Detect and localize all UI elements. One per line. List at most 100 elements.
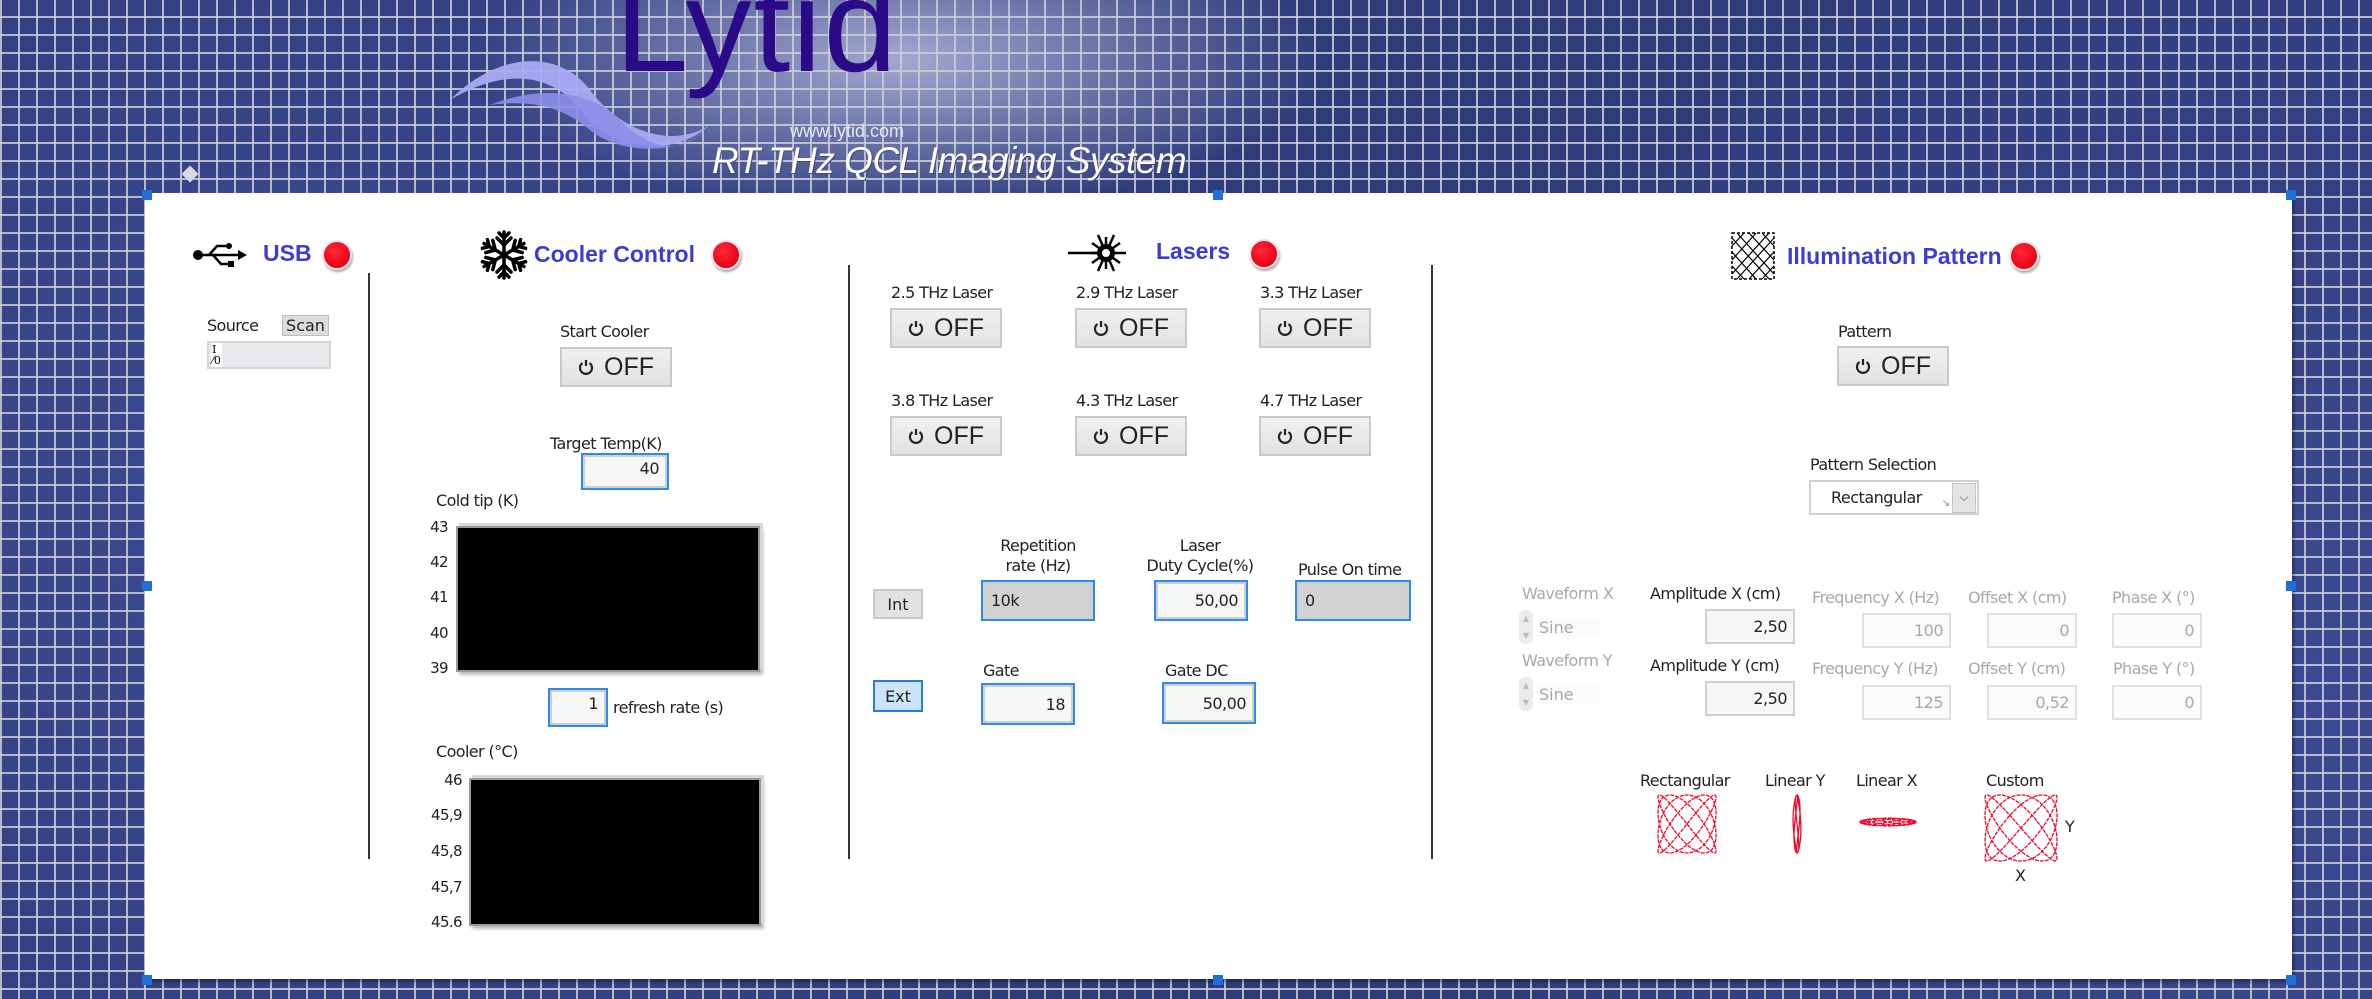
amplitude-y-label: Amplitude Y (cm) — [1650, 656, 1780, 675]
resize-handle-tl[interactable] — [142, 190, 152, 200]
pattern-toggle-button[interactable]: OFF — [1837, 346, 1949, 386]
offset-x-label: Offset X (cm) — [1968, 588, 2067, 607]
source-input[interactable]: I ⁄0 — [207, 341, 331, 369]
pulse-on-time-field[interactable]: 0 — [1295, 580, 1411, 621]
laser-state: OFF — [1119, 313, 1169, 342]
laser-state: OFF — [1303, 421, 1353, 450]
duty-cycle-label-line2: Duty Cycle(%) — [1146, 556, 1255, 575]
pattern-icon — [1731, 232, 1775, 280]
pattern-trace — [1657, 794, 1717, 854]
scan-button[interactable]: Scan — [282, 315, 329, 336]
illumination-title: Illumination Pattern — [1787, 243, 2002, 269]
chevron-down-icon[interactable]: ⌵ — [1952, 482, 1976, 513]
preset-label: Linear X — [1856, 771, 1918, 790]
int-button[interactable]: Int — [873, 589, 923, 619]
spinner-arrows-icon[interactable]: ▲ ▼ — [1519, 610, 1533, 644]
waveform-y-spinner[interactable]: ▲ ▼ Sine — [1519, 677, 1599, 711]
lasers-status-led — [1249, 239, 1279, 269]
resize-handle-tc[interactable] — [1213, 190, 1223, 200]
pattern-label: Pattern — [1838, 322, 1892, 341]
pattern-selection-value: Rectangular — [1831, 488, 1922, 507]
logo-wordmark: Lytid — [615, 0, 899, 99]
start-cooler-button[interactable]: OFF — [560, 347, 672, 387]
phase-y-input[interactable]: 0 — [2112, 685, 2202, 720]
divider-3 — [1431, 265, 1433, 859]
target-temp-input[interactable]: 40 — [581, 453, 669, 490]
laser-icon — [1068, 234, 1126, 272]
resize-handle-tr[interactable] — [2286, 190, 2296, 200]
spinner-arrows-icon[interactable]: ▲ ▼ — [1519, 677, 1533, 711]
laser-state: OFF — [1303, 313, 1353, 342]
io-resource-icon: I ⁄0 — [211, 343, 222, 367]
amplitude-x-input[interactable]: 2,50 — [1705, 609, 1795, 644]
resize-handle-br[interactable] — [2286, 975, 2296, 985]
power-icon — [1277, 429, 1293, 444]
cooler-tick: 45.6 — [431, 913, 463, 931]
illumination-status-led — [2009, 241, 2039, 271]
resize-handle-mr[interactable] — [2286, 581, 2296, 591]
phase-x-input[interactable]: 0 — [2112, 613, 2202, 648]
laser-label: 3.3 THz Laser — [1260, 283, 1362, 302]
frequency-x-label: Frequency X (Hz) — [1812, 588, 1940, 607]
source-label: Source — [207, 316, 259, 335]
laser-toggle-4-7[interactable]: OFF — [1259, 416, 1371, 456]
waveform-x-spinner[interactable]: ▲ ▼ Sine — [1519, 610, 1599, 644]
pattern-trace — [1859, 817, 1917, 827]
preset-linear-x-pattern[interactable] — [1858, 815, 1918, 829]
preset-label: Linear Y — [1765, 771, 1825, 790]
preset-custom-pattern[interactable] — [1983, 793, 2059, 863]
website-url: www.lytid.com — [790, 121, 905, 141]
refresh-rate-label: refresh rate (s) — [613, 698, 724, 717]
cooler-chart-title: Cooler (°C) — [436, 742, 518, 761]
duty-cycle-input[interactable]: 50,00 — [1154, 580, 1248, 621]
gate-input[interactable]: 18 — [981, 683, 1075, 725]
waveform-x-value: Sine — [1539, 617, 1599, 637]
laser-state: OFF — [1119, 421, 1169, 450]
laser-toggle-2-9[interactable]: OFF — [1075, 308, 1187, 348]
rep-rate-field[interactable]: 10k — [981, 580, 1095, 621]
frequency-y-label: Frequency Y (Hz) — [1812, 659, 1939, 678]
lasers-title: Lasers — [1156, 238, 1231, 264]
start-cooler-state: OFF — [604, 352, 654, 381]
preset-label: Rectangular — [1640, 771, 1730, 790]
pattern-selection-label: Pattern Selection — [1810, 455, 1937, 474]
coldtip-chart-title: Cold tip (K) — [436, 491, 519, 510]
refresh-rate-input[interactable]: 1 — [548, 688, 608, 727]
laser-label: 4.3 THz Laser — [1076, 391, 1178, 410]
usb-status-led — [322, 240, 352, 270]
pattern-selection-dropdown[interactable]: Rectangular ↘ ⌵ — [1809, 480, 1979, 515]
ext-button[interactable]: Ext — [873, 680, 923, 712]
duty-cycle-label: Laser Duty Cycle(%) — [1140, 536, 1260, 576]
preset-rectangular-pattern[interactable] — [1656, 793, 1718, 855]
power-icon — [1277, 321, 1293, 336]
resize-handle-bc[interactable] — [1213, 975, 1223, 985]
cooler-chart-plot — [469, 778, 761, 926]
resize-handle-bl[interactable] — [142, 975, 152, 985]
laser-toggle-4-3[interactable]: OFF — [1075, 416, 1187, 456]
pattern-state: OFF — [1881, 351, 1931, 380]
cooler-tick: 45,9 — [431, 806, 463, 824]
laser-toggle-2-5[interactable]: OFF — [890, 308, 1002, 348]
power-icon — [1855, 359, 1871, 374]
laser-toggle-3-3[interactable]: OFF — [1259, 308, 1371, 348]
offset-y-input[interactable]: 0,52 — [1987, 685, 2077, 720]
coldtip-tick: 42 — [430, 553, 448, 571]
divider-1 — [368, 273, 370, 859]
rep-rate-label-line2: rate (Hz) — [1005, 556, 1071, 575]
cooler-tick: 45,8 — [431, 842, 463, 860]
resize-handle-ml[interactable] — [142, 581, 152, 591]
preset-label: Custom — [1986, 771, 2044, 790]
laser-toggle-3-8[interactable]: OFF — [890, 416, 1002, 456]
start-cooler-label: Start Cooler — [560, 322, 649, 341]
frequency-y-input[interactable]: 125 — [1862, 685, 1951, 720]
usb-title: USB — [263, 240, 312, 266]
preset-linear-y-pattern[interactable] — [1790, 793, 1804, 855]
gate-dc-input[interactable]: 50,00 — [1162, 682, 1256, 724]
power-icon — [908, 429, 924, 444]
amplitude-y-input[interactable]: 2,50 — [1705, 681, 1795, 716]
frequency-x-input[interactable]: 100 — [1862, 613, 1951, 648]
pulse-on-time-label: Pulse On time — [1298, 560, 1402, 579]
waveform-y-value: Sine — [1539, 684, 1599, 704]
offset-x-input[interactable]: 0 — [1987, 613, 2077, 648]
coldtip-tick: 41 — [430, 588, 448, 606]
